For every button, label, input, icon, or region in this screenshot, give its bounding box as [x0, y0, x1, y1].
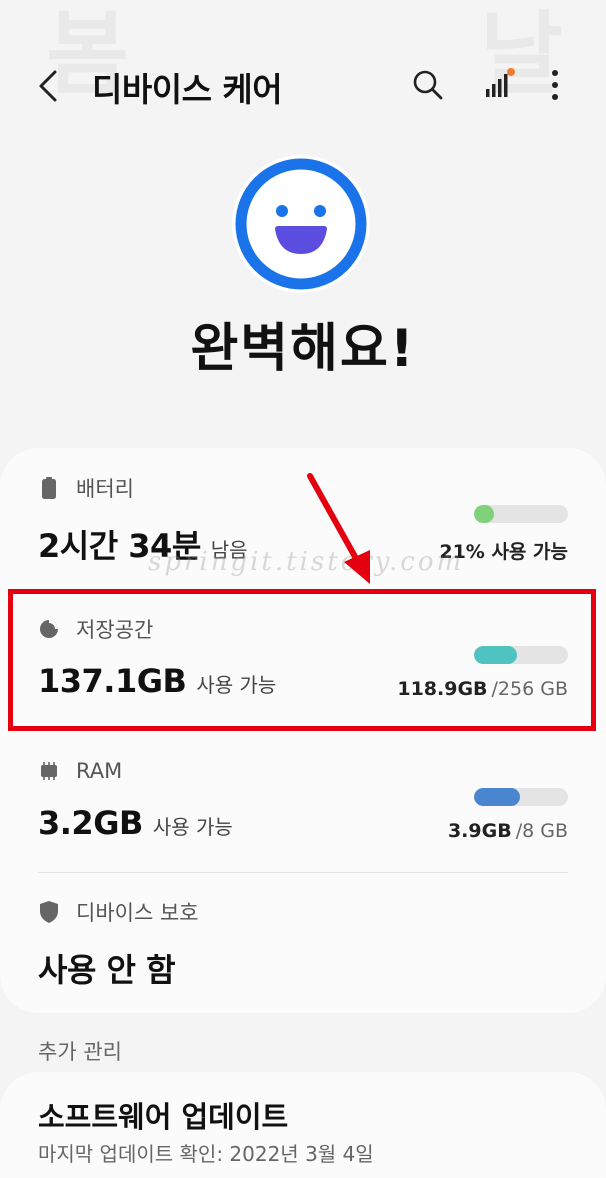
ram-used: 3.9GB	[447, 820, 512, 842]
more-options-button[interactable]	[540, 65, 570, 105]
ram-label: RAM	[76, 759, 123, 783]
notification-dot	[507, 68, 515, 76]
ram-progress-bar	[474, 788, 568, 806]
software-update-title: 소프트웨어 업데이트	[38, 1100, 289, 1134]
status-message: 완벽해요!	[190, 319, 416, 379]
highlight-box-annotation	[8, 589, 596, 731]
signal-bars-icon	[486, 68, 515, 97]
ram-suffix: 사용 가능	[152, 815, 233, 839]
ram-usage-note: 3.9GB/8 GB	[448, 820, 568, 842]
divider	[38, 872, 568, 873]
status-smiley-icon	[231, 154, 371, 294]
protection-status: 사용 안 함	[38, 951, 176, 989]
app-bar: 디바이스 케어	[0, 45, 606, 125]
back-button[interactable]	[28, 63, 68, 109]
protection-section[interactable]: 디바이스 보호 사용 안 함	[38, 895, 568, 995]
battery-label: 배터리	[76, 477, 134, 501]
software-update-item[interactable]: 소프트웨어 업데이트 마지막 업데이트 확인: 2022년 3월 4일	[0, 1072, 606, 1178]
ram-available: 3.2GB 사용 가능	[38, 804, 233, 842]
page-title: 디바이스 케어	[92, 70, 283, 109]
chip-icon	[38, 760, 60, 782]
software-update-subtitle: 마지막 업데이트 확인: 2022년 3월 4일	[38, 1142, 374, 1166]
search-icon	[413, 70, 443, 100]
extra-section-label: 추가 관리	[38, 1040, 122, 1064]
chevron-left-icon	[39, 70, 57, 102]
ram-progress-fill	[474, 788, 521, 806]
battery-progress-fill	[474, 505, 494, 523]
device-care-diagnostics-button[interactable]	[480, 65, 520, 105]
protection-label: 디바이스 보호	[76, 901, 199, 925]
battery-progress-bar	[474, 505, 568, 523]
ram-available-value: 3.2GB	[38, 804, 143, 842]
shield-icon	[38, 901, 60, 923]
red-arrow-annotation	[307, 473, 370, 584]
more-vertical-icon	[552, 70, 558, 100]
ram-total: /8 GB	[515, 820, 568, 842]
ram-section[interactable]: RAM 3.2GB 사용 가능 3.9GB/8 GB	[38, 754, 568, 874]
search-button[interactable]	[408, 65, 448, 105]
battery-icon	[38, 477, 60, 499]
